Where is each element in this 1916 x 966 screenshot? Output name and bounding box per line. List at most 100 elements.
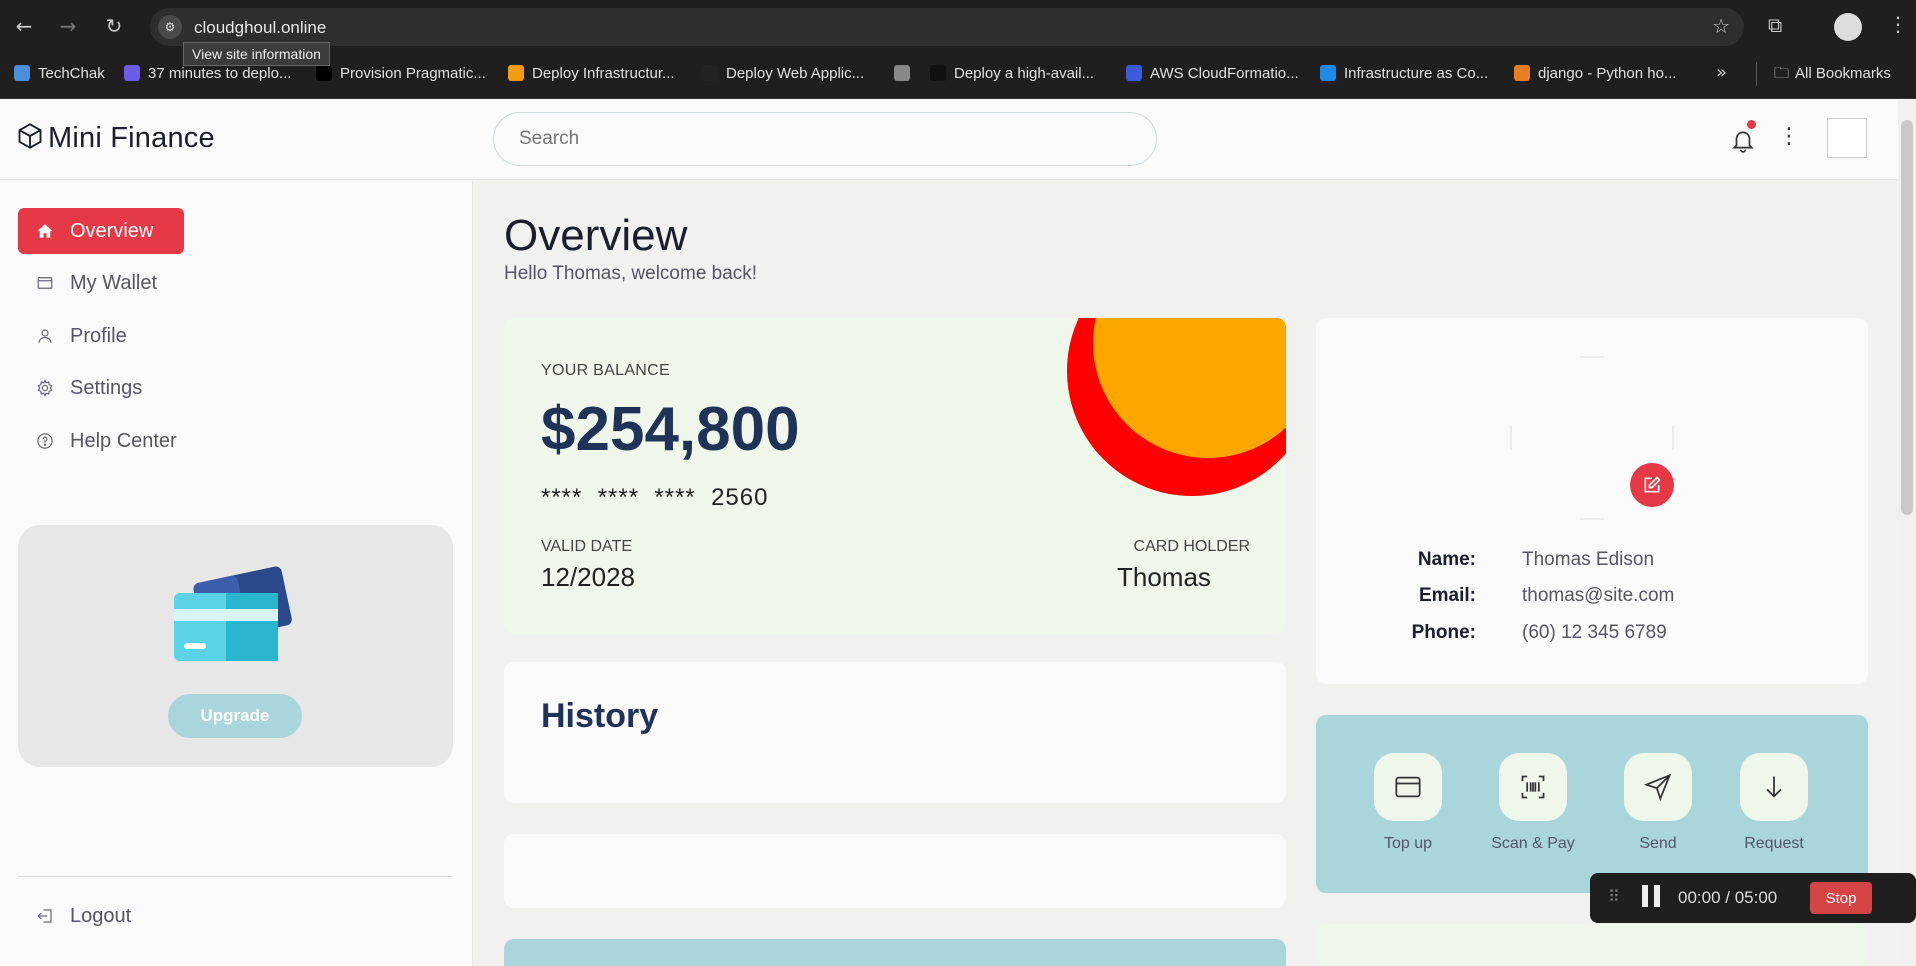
folder-icon: 🗀 [1774, 64, 1790, 82]
browser-profile-icon[interactable] [1834, 13, 1862, 41]
request-action[interactable]: Request [1714, 753, 1834, 853]
balance-card: YOUR BALANCE $254,800 **** **** **** 256… [504, 318, 1286, 633]
sidebar-item-help-center[interactable]: Help Center [18, 418, 184, 464]
forward-icon[interactable]: → [52, 10, 84, 42]
edit-picture-button[interactable] [1630, 463, 1674, 507]
extensions-icon[interactable]: ⧉ [1768, 13, 1782, 37]
page-subtitle: Hello Thomas, welcome back! [504, 263, 758, 284]
arrow-down-icon [1766, 776, 1782, 798]
bookmark-item[interactable] [894, 63, 918, 85]
home-icon [37, 224, 53, 238]
bookmark-item[interactable]: Deploy a high-avail... [930, 63, 1094, 85]
reload-icon[interactable]: ↻ [98, 10, 130, 42]
pause-icon[interactable] [1642, 885, 1662, 907]
bookmark-label: Infrastructure as Co... [1344, 65, 1489, 82]
bookmark-item[interactable]: AWS CloudFormatio... [1126, 63, 1299, 85]
bookmark-label: Deploy Web Applic... [726, 65, 865, 82]
top-up-label: Top up [1383, 835, 1433, 852]
bookmark-item[interactable]: Infrastructure as Co... [1320, 63, 1488, 85]
bookmark-label: TechChak [38, 65, 105, 82]
history-card: History [504, 662, 1286, 803]
app-header: Mini Finance ⋮ [0, 100, 1898, 180]
send-button[interactable] [1624, 753, 1692, 821]
email-value: thomas@site.com [1522, 585, 1675, 606]
bookmark-item[interactable]: 37 minutes to deplo... [124, 63, 291, 85]
browser-menu-icon[interactable]: ⋮ [1888, 12, 1908, 36]
bookmark-favicon-icon [1126, 65, 1142, 81]
app: Mini Finance ⋮ Overview My Wallet Profil… [0, 100, 1898, 966]
bookmark-favicon-icon [894, 65, 910, 81]
email-label: Email: [1418, 585, 1476, 606]
page-title: Overview [504, 211, 688, 260]
profile-card: Name: Thomas Edison Email: thomas@site.c… [1316, 318, 1868, 684]
sidebar-item-label: Help Center [70, 430, 177, 452]
logout-icon [37, 909, 52, 923]
sidebar-item-label: Settings [70, 377, 143, 399]
sidebar-item-my-wallet[interactable]: My Wallet [18, 260, 184, 306]
bookmark-favicon-icon [14, 65, 30, 81]
phone-value: (60) 12 345 6789 [1522, 622, 1667, 643]
url-text: cloudghoul.online [194, 18, 327, 37]
scan-pay-button[interactable] [1499, 753, 1567, 821]
bottom-card [1316, 924, 1868, 966]
bookmark-favicon-icon [930, 65, 946, 81]
brand-name: Mini Finance [48, 122, 215, 154]
balance-label: YOUR BALANCE [541, 362, 670, 379]
top-up-button[interactable] [1374, 753, 1442, 821]
bookmark-item[interactable]: Deploy Infrastructur... [508, 63, 675, 85]
search-input[interactable] [493, 112, 1157, 166]
sidebar-item-overview[interactable]: Overview [18, 208, 184, 254]
bookmark-favicon-icon [1320, 65, 1336, 81]
bookmark-label: Deploy a high-avail... [954, 65, 1095, 82]
history-title: History [541, 697, 659, 735]
brand-logo[interactable]: Mini Finance [16, 122, 215, 155]
sidebar-item-label: Profile [70, 325, 127, 347]
logout-button[interactable]: Logout [18, 896, 218, 936]
all-bookmarks-button[interactable]: 🗀 All Bookmarks [1774, 63, 1891, 88]
phone-label: Phone: [1411, 622, 1476, 643]
site-info-icon[interactable]: ⚙ [158, 15, 182, 39]
bookmark-item[interactable]: Provision Pragmatic... [316, 63, 486, 85]
site-info-tooltip: View site information [183, 42, 330, 66]
request-button[interactable] [1740, 753, 1808, 821]
teal-card [504, 939, 1286, 966]
upgrade-button[interactable]: Upgrade [168, 694, 302, 738]
bookmark-favicon-icon [702, 65, 718, 81]
send-action[interactable]: Send [1598, 753, 1718, 853]
sidebar-item-profile[interactable]: Profile [18, 313, 184, 359]
name-label: Name: [1417, 549, 1476, 570]
edit-icon [1644, 476, 1661, 493]
more-bookmarks-icon[interactable]: » [1716, 62, 1727, 83]
send-label: Send [1639, 835, 1677, 852]
scan-pay-action[interactable]: Scan & Pay [1473, 753, 1593, 853]
more-options-icon[interactable]: ⋮ [1778, 124, 1800, 149]
bell-icon[interactable] [1730, 126, 1756, 154]
scan-pay-label: Scan & Pay [1491, 835, 1575, 852]
valid-date-value: 12/2028 [541, 562, 635, 592]
empty-card [504, 834, 1286, 908]
avatar[interactable] [1827, 118, 1867, 158]
back-icon[interactable]: ← [8, 10, 40, 42]
bookmark-item[interactable]: TechChak [14, 63, 105, 85]
gear-icon [37, 379, 53, 397]
address-bar[interactable]: ⚙ cloudghoul.online ☆ [150, 8, 1744, 46]
credit-cards-illustration [174, 566, 292, 661]
scrollbar-thumb[interactable] [1901, 120, 1913, 515]
bookmark-item[interactable]: Deploy Web Applic... [702, 63, 864, 85]
drag-handle-icon[interactable]: ⠿ [1608, 887, 1620, 906]
sidebar-item-settings[interactable]: Settings [18, 365, 184, 411]
stop-button[interactable]: Stop [1810, 882, 1872, 914]
request-label: Request [1744, 835, 1804, 852]
bookmark-label: Deploy Infrastructur... [532, 65, 675, 82]
bookmark-item[interactable]: django - Python ho... [1514, 63, 1676, 85]
upgrade-card: Upgrade [18, 525, 453, 767]
bookmark-label: AWS CloudFormatio... [1150, 65, 1299, 82]
all-bookmarks-label: All Bookmarks [1795, 65, 1891, 82]
send-icon [1644, 773, 1672, 801]
bookmark-label: 37 minutes to deplo... [148, 65, 292, 82]
quick-actions-card: Top up Scan & Pay Send Request [1316, 715, 1868, 893]
top-up-action[interactable]: Top up [1348, 753, 1468, 853]
bookmark-favicon-icon [316, 65, 332, 81]
barcode-icon [1521, 775, 1545, 799]
bookmark-star-icon[interactable]: ☆ [1712, 14, 1730, 38]
